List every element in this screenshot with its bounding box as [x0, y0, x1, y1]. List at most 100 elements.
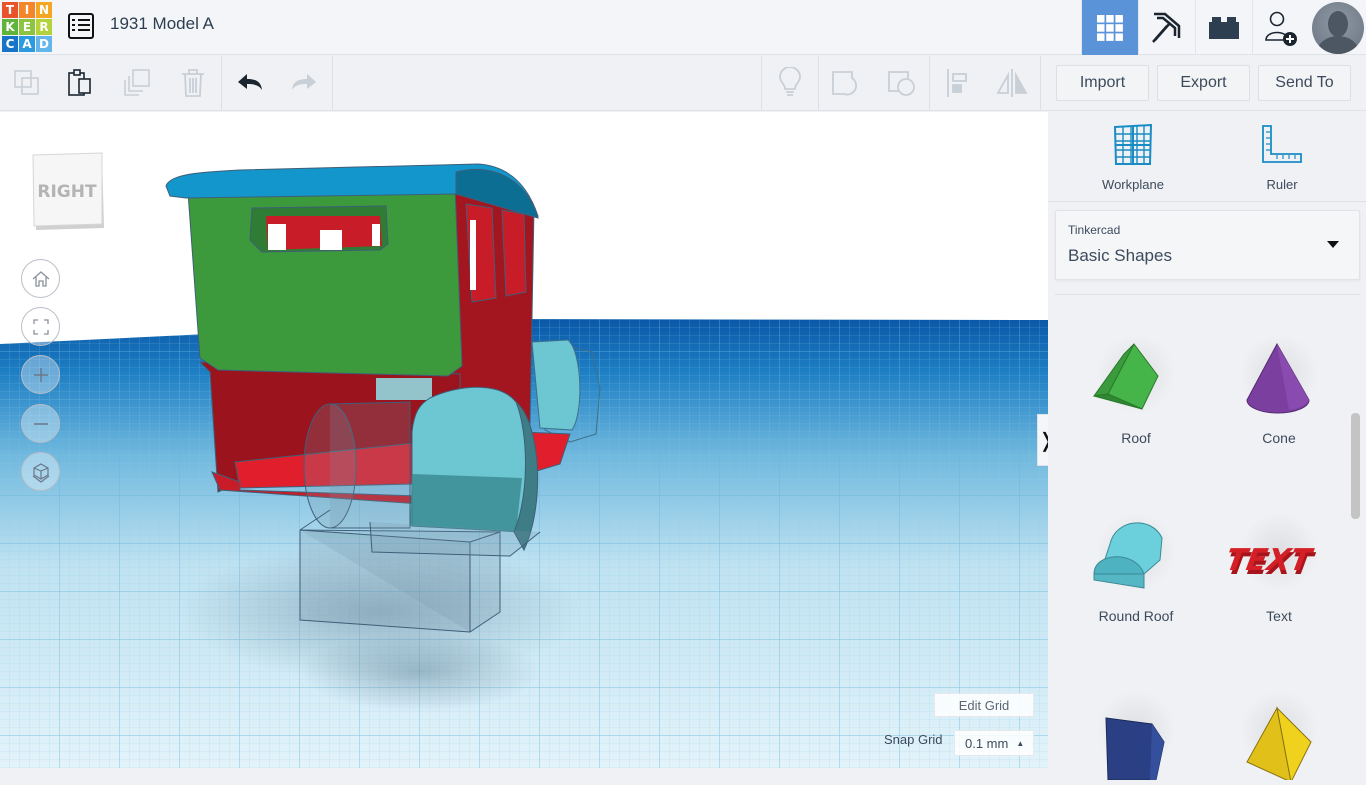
ruler-tool[interactable]: Ruler: [1232, 124, 1332, 192]
workplane-tool[interactable]: Workplane: [1083, 123, 1183, 192]
delete-button[interactable]: [176, 66, 210, 100]
codeblocks-view-button[interactable]: [1138, 0, 1195, 55]
plus-icon: [33, 367, 48, 382]
logo-letter: A: [19, 36, 35, 52]
export-button[interactable]: Export: [1157, 65, 1250, 101]
home-view-button[interactable]: [21, 259, 60, 298]
undo-button[interactable]: [233, 66, 267, 100]
snap-grid-select[interactable]: 0.1 mm ▲: [954, 730, 1034, 756]
rear-fender: [531, 339, 581, 431]
logo-letter: T: [2, 2, 18, 18]
redo-button[interactable]: [287, 66, 321, 100]
view-cube[interactable]: RIGHT: [32, 152, 104, 230]
mirror-button[interactable]: [995, 66, 1029, 100]
panel-divider: [1055, 294, 1360, 295]
roof-shape-icon: [1092, 343, 1159, 410]
caret-down-icon: [1327, 241, 1339, 248]
pyramid-shape-icon: [1246, 706, 1312, 784]
snap-grid-label: Snap Grid: [884, 732, 943, 747]
logo-letter: N: [36, 2, 52, 18]
fit-all-button[interactable]: [21, 307, 60, 346]
import-button[interactable]: Import: [1056, 65, 1149, 101]
workplane-icon: [1113, 123, 1153, 165]
3d-viewport[interactable]: RIGHT Edit Grid Snap Grid 0.1 mm ▲: [0, 112, 1048, 768]
shapes-panel: Workplane Ruler Tinkercad Basic Shapes R…: [1048, 112, 1366, 784]
projection-toggle-button[interactable]: [21, 452, 60, 491]
notes-button[interactable]: [773, 66, 807, 100]
invite-user-button[interactable]: [1252, 0, 1309, 55]
shape-polygon[interactable]: [1071, 690, 1201, 781]
group-icon: [832, 71, 857, 96]
clipboard-icon: [68, 69, 91, 96]
duplicate-button[interactable]: [120, 66, 154, 100]
pickaxe-icon: [1152, 12, 1181, 43]
fit-view-icon: [32, 318, 49, 335]
logo-letter: C: [2, 36, 18, 52]
shape-pyramid[interactable]: [1214, 690, 1344, 784]
3d-design-view-button[interactable]: [1081, 0, 1138, 55]
cab-gap: [376, 378, 432, 400]
model-shadow: [300, 632, 540, 712]
caret-up-icon: ▲: [1016, 738, 1025, 748]
library-provider: Tinkercad: [1068, 223, 1121, 237]
send-to-button[interactable]: Send To: [1258, 65, 1351, 101]
panel-divider: [1048, 201, 1366, 202]
align-icon: [947, 69, 967, 97]
shape-label: Cone: [1262, 430, 1296, 446]
paste-button[interactable]: [63, 66, 97, 100]
trash-icon: [182, 69, 204, 97]
zoom-in-button[interactable]: [21, 355, 60, 394]
logo-letter: D: [36, 36, 52, 52]
rear-window-glass: [320, 230, 342, 250]
user-avatar[interactable]: [1309, 0, 1366, 55]
logo-letter: E: [19, 19, 35, 35]
polygon-shape-icon: [1105, 717, 1165, 781]
library-name: Basic Shapes: [1068, 246, 1172, 265]
tinkercad-logo[interactable]: T I N K E R C A D: [2, 2, 52, 52]
toolbar-divider: [929, 56, 930, 110]
zoom-out-button[interactable]: [21, 404, 60, 443]
shape-library-select[interactable]: Tinkercad Basic Shapes: [1055, 210, 1360, 280]
shape-label: Round Roof: [1098, 608, 1174, 624]
round-roof-shape-icon: [1093, 522, 1163, 589]
redo-icon: [292, 74, 316, 90]
view-switcher: [1081, 0, 1366, 55]
ruler-label: Ruler: [1266, 177, 1298, 192]
edit-grid-button[interactable]: Edit Grid: [934, 693, 1034, 717]
user-silhouette-icon: [1315, 10, 1360, 54]
logo-letter: R: [36, 19, 52, 35]
design-list-icon[interactable]: [68, 13, 94, 39]
rear-window-glass: [268, 224, 286, 250]
text-shape-icon: TEXT TEXT: [1223, 543, 1317, 582]
copy-button[interactable]: [10, 66, 44, 100]
toolbar-divider: [818, 56, 819, 110]
copy-icon: [14, 70, 39, 95]
toolbar-divider: [332, 56, 333, 110]
bricks-view-button[interactable]: [1195, 0, 1252, 55]
ungroup-button[interactable]: [885, 66, 919, 100]
workplane-scene[interactable]: [0, 112, 1048, 768]
group-button[interactable]: [829, 66, 863, 100]
snap-grid-value: 0.1 mm: [965, 735, 1009, 751]
duplicate-icon: [124, 69, 150, 96]
lightbulb-icon: [779, 67, 801, 96]
align-button[interactable]: [941, 66, 975, 100]
shape-roof[interactable]: Roof: [1071, 334, 1201, 446]
cab-side-window: [501, 209, 527, 297]
front-fender-lower: [410, 474, 522, 532]
minus-icon: [33, 422, 48, 425]
panel-scrollbar[interactable]: [1351, 413, 1360, 519]
shape-text[interactable]: TEXT TEXT Text: [1214, 512, 1344, 624]
shape-cone[interactable]: Cone: [1214, 334, 1344, 446]
design-title[interactable]: 1931 Model A: [110, 14, 214, 34]
view-cube-face-label: RIGHT: [37, 182, 97, 202]
mirror-icon: [996, 69, 1028, 97]
cone-shape-icon: [1246, 342, 1310, 414]
shape-round-roof[interactable]: Round Roof: [1071, 512, 1201, 624]
add-user-icon: [1265, 11, 1297, 46]
ruler-icon: [1262, 125, 1302, 163]
perspective-cube-icon: [32, 462, 49, 483]
shape-label: Text: [1266, 608, 1292, 624]
undo-icon: [238, 74, 262, 90]
cab-side-window-glass: [470, 220, 476, 290]
